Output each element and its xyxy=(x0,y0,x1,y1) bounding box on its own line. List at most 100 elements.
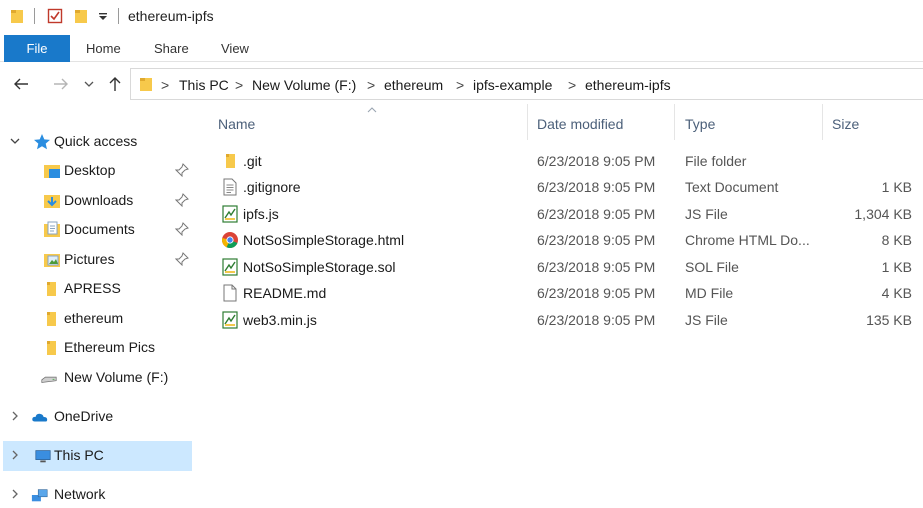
file-size: 8 KB xyxy=(881,232,912,248)
column-header-date[interactable]: Date modified xyxy=(537,116,623,132)
file-date: 6/23/2018 9:05 PM xyxy=(537,179,656,195)
sidebar-item-quick-access[interactable]: Quick access xyxy=(3,127,192,157)
file-type: JS File xyxy=(685,206,728,222)
file-row[interactable]: .git 6/23/2018 9:05 PM File folder xyxy=(205,148,923,174)
chrome-icon xyxy=(222,232,238,248)
file-name: ipfs.js xyxy=(243,206,279,222)
folder-icon xyxy=(47,312,56,326)
chevron-down-icon[interactable] xyxy=(9,134,21,148)
sidebar-item-label: Documents xyxy=(64,221,135,237)
pin-icon[interactable] xyxy=(175,163,189,177)
title-separator xyxy=(118,8,119,24)
file-name: README.md xyxy=(243,285,327,301)
network-icon xyxy=(31,489,48,502)
recent-locations-button[interactable] xyxy=(81,72,97,96)
properties-checkbox-icon[interactable] xyxy=(47,8,63,24)
file-type: SOL File xyxy=(685,259,739,275)
sidebar-item-apress[interactable]: APRESS xyxy=(3,274,192,304)
customize-toolbar-chevron-icon[interactable] xyxy=(98,12,108,22)
pictures-folder-icon xyxy=(44,254,60,267)
breadcrumb-ethereum-ipfs[interactable]: ethereum-ipfs xyxy=(585,77,671,93)
sidebar-item-this-pc[interactable]: This PC xyxy=(3,441,192,471)
sidebar-item-ethereum[interactable]: ethereum xyxy=(3,304,192,334)
folder-icon xyxy=(11,10,23,23)
sidebar-item-ethereum-pics[interactable]: Ethereum Pics xyxy=(3,333,192,363)
breadcrumb-ethereum[interactable]: ethereum xyxy=(384,77,443,93)
arrow-up-icon xyxy=(109,77,121,91)
chevron-right-icon[interactable] xyxy=(9,448,21,462)
file-row[interactable]: .gitignore 6/23/2018 9:05 PM Text Docume… xyxy=(205,174,923,200)
file-name: .git xyxy=(243,153,262,169)
breadcrumb-separator: > xyxy=(161,77,170,93)
tab-share[interactable]: Share xyxy=(154,41,189,56)
script-file-icon xyxy=(222,311,238,329)
pin-icon[interactable] xyxy=(175,252,189,266)
file-type: Chrome HTML Do... xyxy=(685,232,810,248)
computer-icon xyxy=(35,450,51,463)
sidebar-item-label: New Volume (F:) xyxy=(64,369,169,385)
sidebar-item-pictures[interactable]: Pictures xyxy=(3,245,192,275)
folder-icon xyxy=(140,78,152,91)
breadcrumb-new-volume[interactable]: New Volume (F:) xyxy=(252,77,356,93)
new-folder-icon[interactable] xyxy=(74,8,88,24)
tab-file[interactable]: File xyxy=(4,35,70,62)
sidebar-item-new-volume[interactable]: New Volume (F:) xyxy=(3,363,192,393)
sidebar-item-label: APRESS xyxy=(64,280,121,296)
breadcrumb-this-pc[interactable]: This PC xyxy=(179,77,229,93)
script-file-icon xyxy=(222,205,238,223)
tab-view[interactable]: View xyxy=(221,41,249,56)
column-header-name[interactable]: Name xyxy=(218,116,255,132)
star-icon xyxy=(34,134,50,150)
column-divider[interactable] xyxy=(527,104,528,140)
documents-folder-icon xyxy=(44,221,60,237)
folder-icon xyxy=(47,282,56,296)
tab-home[interactable]: Home xyxy=(86,41,121,56)
file-name: NotSoSimpleStorage.sol xyxy=(243,259,396,275)
back-button[interactable] xyxy=(10,72,32,96)
cloud-icon xyxy=(32,413,48,422)
file-row[interactable]: NotSoSimpleStorage.sol 6/23/2018 9:05 PM… xyxy=(205,254,923,280)
file-row[interactable]: NotSoSimpleStorage.html 6/23/2018 9:05 P… xyxy=(205,227,923,253)
desktop-folder-icon xyxy=(44,165,60,178)
pin-icon[interactable] xyxy=(175,222,189,236)
column-divider[interactable] xyxy=(674,104,675,140)
pin-icon[interactable] xyxy=(175,193,189,207)
column-divider[interactable] xyxy=(822,104,823,140)
title-bar: ethereum-ipfs xyxy=(0,0,923,34)
column-header-size[interactable]: Size xyxy=(832,116,859,132)
file-size: 1,304 KB xyxy=(854,206,912,222)
chevron-down-icon xyxy=(84,81,94,87)
file-type: JS File xyxy=(685,312,728,328)
sidebar-item-label: Quick access xyxy=(54,133,138,149)
arrow-left-icon xyxy=(14,78,28,90)
navigation-bar: > This PC > New Volume (F:) > ethereum >… xyxy=(0,66,923,102)
drive-icon xyxy=(41,376,57,383)
chevron-right-icon[interactable] xyxy=(9,409,21,423)
chevron-right-icon[interactable] xyxy=(9,487,21,501)
ribbon-tabs: File Home Share View xyxy=(0,34,923,62)
file-name: NotSoSimpleStorage.html xyxy=(243,232,405,248)
breadcrumb-ipfs-example[interactable]: ipfs-example xyxy=(473,77,552,93)
file-date: 6/23/2018 9:05 PM xyxy=(537,312,656,328)
blank-file-icon xyxy=(223,284,237,302)
sidebar-item-downloads[interactable]: Downloads xyxy=(3,186,192,216)
sidebar-item-desktop[interactable]: Desktop xyxy=(3,156,192,186)
file-row[interactable]: ipfs.js 6/23/2018 9:05 PM JS File 1,304 … xyxy=(205,201,923,227)
sidebar-item-label: OneDrive xyxy=(54,408,114,424)
sidebar-item-label: Ethereum Pics xyxy=(64,339,156,355)
sidebar-item-label: Network xyxy=(54,486,106,502)
column-header-type[interactable]: Type xyxy=(685,116,715,132)
sidebar-item-label: Desktop xyxy=(64,162,116,178)
arrow-right-icon xyxy=(54,78,68,90)
address-bar[interactable]: > This PC > New Volume (F:) > ethereum >… xyxy=(130,68,923,100)
file-row[interactable]: web3.min.js 6/23/2018 9:05 PM JS File 13… xyxy=(205,307,923,333)
up-button[interactable] xyxy=(104,72,126,96)
sidebar-item-network[interactable]: Network xyxy=(3,480,192,508)
sidebar-item-label: ethereum xyxy=(64,310,124,326)
file-date: 6/23/2018 9:05 PM xyxy=(537,153,656,169)
file-name: web3.min.js xyxy=(243,312,317,328)
sidebar-item-onedrive[interactable]: OneDrive xyxy=(3,402,192,432)
sidebar-item-documents[interactable]: Documents xyxy=(3,215,192,245)
forward-button[interactable] xyxy=(50,72,72,96)
file-row[interactable]: README.md 6/23/2018 9:05 PM MD File 4 KB xyxy=(205,280,923,306)
